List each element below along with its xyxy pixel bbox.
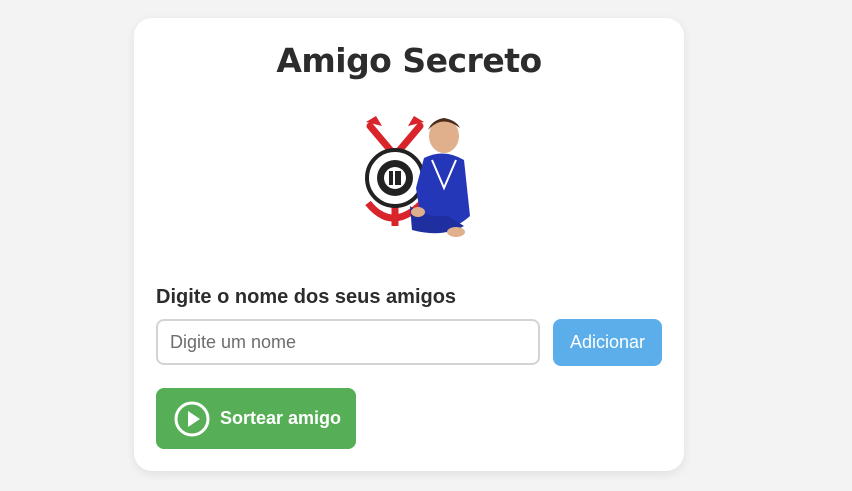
- play-circle-icon: [174, 401, 210, 436]
- page-title: Amigo Secreto: [276, 41, 542, 80]
- draw-button-label: Sortear amigo: [220, 408, 342, 428]
- add-button[interactable]: Adicionar: [553, 319, 662, 366]
- main-card: Amigo Secreto Digite o nome dos seus ami…: [134, 18, 684, 471]
- crest-and-boy-illustration: [365, 116, 470, 237]
- friends-input-label: Digite o nome dos seus amigos: [156, 286, 457, 308]
- boy-figure: [410, 118, 470, 237]
- friend-name-input[interactable]: [156, 319, 540, 365]
- draw-friend-button[interactable]: Sortear amigo: [156, 388, 356, 449]
